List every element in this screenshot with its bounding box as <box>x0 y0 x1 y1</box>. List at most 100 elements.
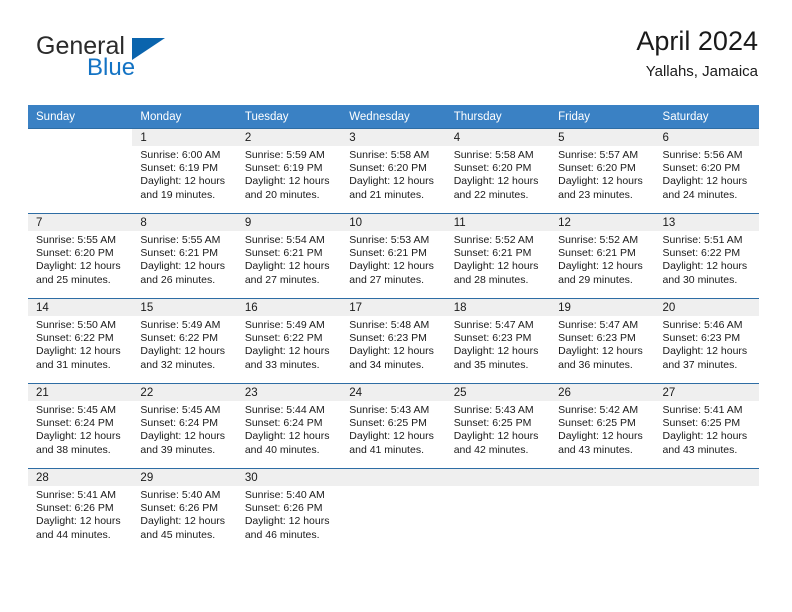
calendar-day-cell[interactable]: 13 Sunrise: 5:51 AM Sunset: 6:22 PM Dayligh… <box>654 213 759 299</box>
calendar-day-cell[interactable]: 14 Sunrise: 5:50 AM Sunset: 6:22 PM Dayligh… <box>28 298 133 384</box>
sunset-text: Sunset: 6:25 PM <box>558 417 636 430</box>
calendar-day-cell[interactable]: 28 Sunrise: 5:41 AM Sunset: 6:26 PM Dayligh… <box>28 468 133 553</box>
weekday-header-friday: Friday <box>550 105 655 129</box>
calendar-day-cell[interactable]: 4 Sunrise: 5:58 AM Sunset: 6:20 PM Daylight… <box>445 128 551 214</box>
day-details: Sunrise: 5:50 AM Sunset: 6:22 PM Daylight:… <box>28 316 132 372</box>
calendar-day-cell[interactable] <box>654 468 759 553</box>
calendar-day-cell[interactable]: 2 Sunrise: 5:59 AM Sunset: 6:19 PM Daylight… <box>236 128 342 214</box>
calendar-day-cell[interactable]: 20 Sunrise: 5:46 AM Sunset: 6:23 PM Dayligh… <box>654 298 759 384</box>
daylight-text-line2: and 43 minutes. <box>558 443 633 456</box>
calendar-day-cell[interactable]: 1 Sunrise: 6:00 AM Sunset: 6:19 PM Daylight… <box>132 128 237 214</box>
day-cell-inner <box>550 469 655 553</box>
day-details: Sunrise: 5:58 AM Sunset: 6:20 PM Daylight:… <box>341 146 445 202</box>
day-details: Sunrise: 5:46 AM Sunset: 6:23 PM Daylight:… <box>655 316 759 372</box>
day-number: 3 <box>341 129 446 146</box>
sunset-text: Sunset: 6:24 PM <box>36 417 114 430</box>
daylight-text-line1: Daylight: 12 hours <box>140 175 226 188</box>
sunrise-text: Sunrise: 5:56 AM <box>662 149 743 161</box>
calendar-day-cell[interactable] <box>28 128 133 214</box>
sunrise-text: Sunrise: 5:44 AM <box>244 404 325 416</box>
day-details: Sunrise: 5:43 AM Sunset: 6:25 PM Daylight:… <box>446 401 550 457</box>
day-number: 13 <box>654 214 759 231</box>
calendar-day-cell[interactable]: 17 Sunrise: 5:48 AM Sunset: 6:23 PM Dayligh… <box>341 298 446 384</box>
calendar-day-cell[interactable]: 15 Sunrise: 5:49 AM Sunset: 6:22 PM Dayligh… <box>132 298 237 384</box>
calendar-day-cell[interactable]: 8 Sunrise: 5:55 AM Sunset: 6:21 PM Daylight… <box>132 213 237 299</box>
daylight-text-line2: and 22 minutes. <box>453 188 529 201</box>
daylight-text-line2: and 28 minutes. <box>453 273 529 286</box>
calendar-day-cell[interactable]: 21 Sunrise: 5:45 AM Sunset: 6:24 PM Dayligh… <box>28 383 133 469</box>
daylight-text-line2: and 21 minutes. <box>349 188 424 201</box>
day-number: 21 <box>28 384 133 401</box>
day-cell-inner: 22 Sunrise: 5:45 AM Sunset: 6:24 PM Dayligh… <box>132 384 237 468</box>
sunrise-text: Sunrise: 5:49 AM <box>244 319 325 331</box>
sunrise-text: Sunrise: 5:51 AM <box>662 234 743 246</box>
calendar-day-cell[interactable]: 29 Sunrise: 5:40 AM Sunset: 6:26 PM Dayligh… <box>132 468 237 553</box>
daylight-text-line1: Daylight: 12 hours <box>244 345 330 358</box>
day-cell-inner: 15 Sunrise: 5:49 AM Sunset: 6:22 PM Dayligh… <box>132 299 237 383</box>
sunset-text: Sunset: 6:25 PM <box>453 417 532 430</box>
daylight-text-line1: Daylight: 12 hours <box>453 175 539 188</box>
calendar-day-cell[interactable]: 5 Sunrise: 5:57 AM Sunset: 6:20 PM Daylight… <box>550 128 655 214</box>
page-title: April 2024 <box>636 26 758 56</box>
sunrise-text: Sunrise: 5:49 AM <box>140 319 221 331</box>
calendar-day-cell[interactable]: 22 Sunrise: 5:45 AM Sunset: 6:24 PM Dayligh… <box>132 383 237 469</box>
calendar-day-cell[interactable]: 30 Sunrise: 5:40 AM Sunset: 6:26 PM Dayligh… <box>236 468 342 553</box>
daylight-text-line2: and 45 minutes. <box>140 528 216 541</box>
daylight-text-line1: Daylight: 12 hours <box>349 175 434 188</box>
page-subtitle: Yallahs, Jamaica <box>645 63 758 81</box>
calendar-day-cell[interactable] <box>550 468 655 553</box>
sunset-text: Sunset: 6:20 PM <box>36 247 114 260</box>
calendar-day-cell[interactable]: 10 Sunrise: 5:53 AM Sunset: 6:21 PM Dayligh… <box>341 213 446 299</box>
calendar-day-cell[interactable]: 16 Sunrise: 5:49 AM Sunset: 6:22 PM Dayligh… <box>236 298 342 384</box>
day-number: 1 <box>132 129 237 146</box>
weekday-header-monday: Monday <box>132 105 237 129</box>
daylight-text-line1: Daylight: 12 hours <box>36 515 121 528</box>
day-cell-inner: 1 Sunrise: 6:00 AM Sunset: 6:19 PM Daylight… <box>132 129 237 213</box>
sunrise-text: Sunrise: 5:58 AM <box>453 149 534 161</box>
calendar-day-cell[interactable] <box>341 468 446 553</box>
sunset-text: Sunset: 6:19 PM <box>140 162 219 175</box>
calendar-day-cell[interactable]: 19 Sunrise: 5:47 AM Sunset: 6:23 PM Dayligh… <box>550 298 655 384</box>
day-cell-inner: 30 Sunrise: 5:40 AM Sunset: 6:26 PM Dayligh… <box>236 469 342 553</box>
day-details: Sunrise: 5:58 AM Sunset: 6:20 PM Daylight:… <box>446 146 550 202</box>
day-details <box>655 486 759 489</box>
daylight-text-line1: Daylight: 12 hours <box>140 515 226 528</box>
day-cell-inner <box>445 469 551 553</box>
day-cell-inner: 21 Sunrise: 5:45 AM Sunset: 6:24 PM Dayligh… <box>28 384 133 468</box>
calendar-day-cell[interactable]: 25 Sunrise: 5:43 AM Sunset: 6:25 PM Dayligh… <box>445 383 551 469</box>
calendar-day-cell[interactable]: 27 Sunrise: 5:41 AM Sunset: 6:25 PM Dayligh… <box>654 383 759 469</box>
daylight-text-line1: Daylight: 12 hours <box>558 345 643 358</box>
sunrise-text: Sunrise: 5:43 AM <box>453 404 534 416</box>
calendar-day-cell[interactable]: 26 Sunrise: 5:42 AM Sunset: 6:25 PM Dayligh… <box>550 383 655 469</box>
calendar-day-cell[interactable]: 18 Sunrise: 5:47 AM Sunset: 6:23 PM Dayligh… <box>445 298 551 384</box>
day-details <box>341 486 445 489</box>
day-details: Sunrise: 5:59 AM Sunset: 6:19 PM Daylight:… <box>237 146 341 202</box>
calendar-day-cell[interactable]: 6 Sunrise: 5:56 AM Sunset: 6:20 PM Daylight… <box>654 128 759 214</box>
calendar-day-cell[interactable]: 23 Sunrise: 5:44 AM Sunset: 6:24 PM Dayligh… <box>236 383 342 469</box>
calendar-day-cell[interactable]: 12 Sunrise: 5:52 AM Sunset: 6:21 PM Dayligh… <box>550 213 655 299</box>
day-details: Sunrise: 5:52 AM Sunset: 6:21 PM Daylight:… <box>550 231 654 287</box>
calendar-day-cell[interactable]: 11 Sunrise: 5:52 AM Sunset: 6:21 PM Dayligh… <box>445 213 551 299</box>
calendar-day-cell[interactable]: 3 Sunrise: 5:58 AM Sunset: 6:20 PM Daylight… <box>341 128 446 214</box>
sunrise-text: Sunrise: 5:41 AM <box>662 404 743 416</box>
daylight-text-line2: and 39 minutes. <box>140 443 216 456</box>
daylight-text-line1: Daylight: 12 hours <box>558 260 643 273</box>
sunset-text: Sunset: 6:20 PM <box>662 162 741 175</box>
calendar-day-cell[interactable] <box>445 468 551 553</box>
daylight-text-line2: and 38 minutes. <box>36 443 111 456</box>
daylight-text-line1: Daylight: 12 hours <box>140 345 226 358</box>
day-details: Sunrise: 5:43 AM Sunset: 6:25 PM Daylight:… <box>341 401 445 457</box>
day-number: 22 <box>132 384 237 401</box>
day-cell-inner <box>28 129 133 213</box>
day-details: Sunrise: 5:40 AM Sunset: 6:26 PM Daylight:… <box>132 486 236 542</box>
calendar-day-cell[interactable]: 24 Sunrise: 5:43 AM Sunset: 6:25 PM Dayligh… <box>341 383 446 469</box>
day-cell-inner: 26 Sunrise: 5:42 AM Sunset: 6:25 PM Dayligh… <box>550 384 655 468</box>
day-number: 30 <box>236 469 342 486</box>
daylight-text-line1: Daylight: 12 hours <box>140 260 226 273</box>
calendar-day-cell[interactable]: 7 Sunrise: 5:55 AM Sunset: 6:20 PM Daylight… <box>28 213 133 299</box>
calendar-day-cell[interactable]: 9 Sunrise: 5:54 AM Sunset: 6:21 PM Daylight… <box>236 213 342 299</box>
day-number: 20 <box>654 299 759 316</box>
sunrise-text: Sunrise: 5:43 AM <box>349 404 430 416</box>
daylight-text-line1: Daylight: 12 hours <box>36 430 121 443</box>
brand-logo[interactable]: General Blue <box>34 26 264 88</box>
